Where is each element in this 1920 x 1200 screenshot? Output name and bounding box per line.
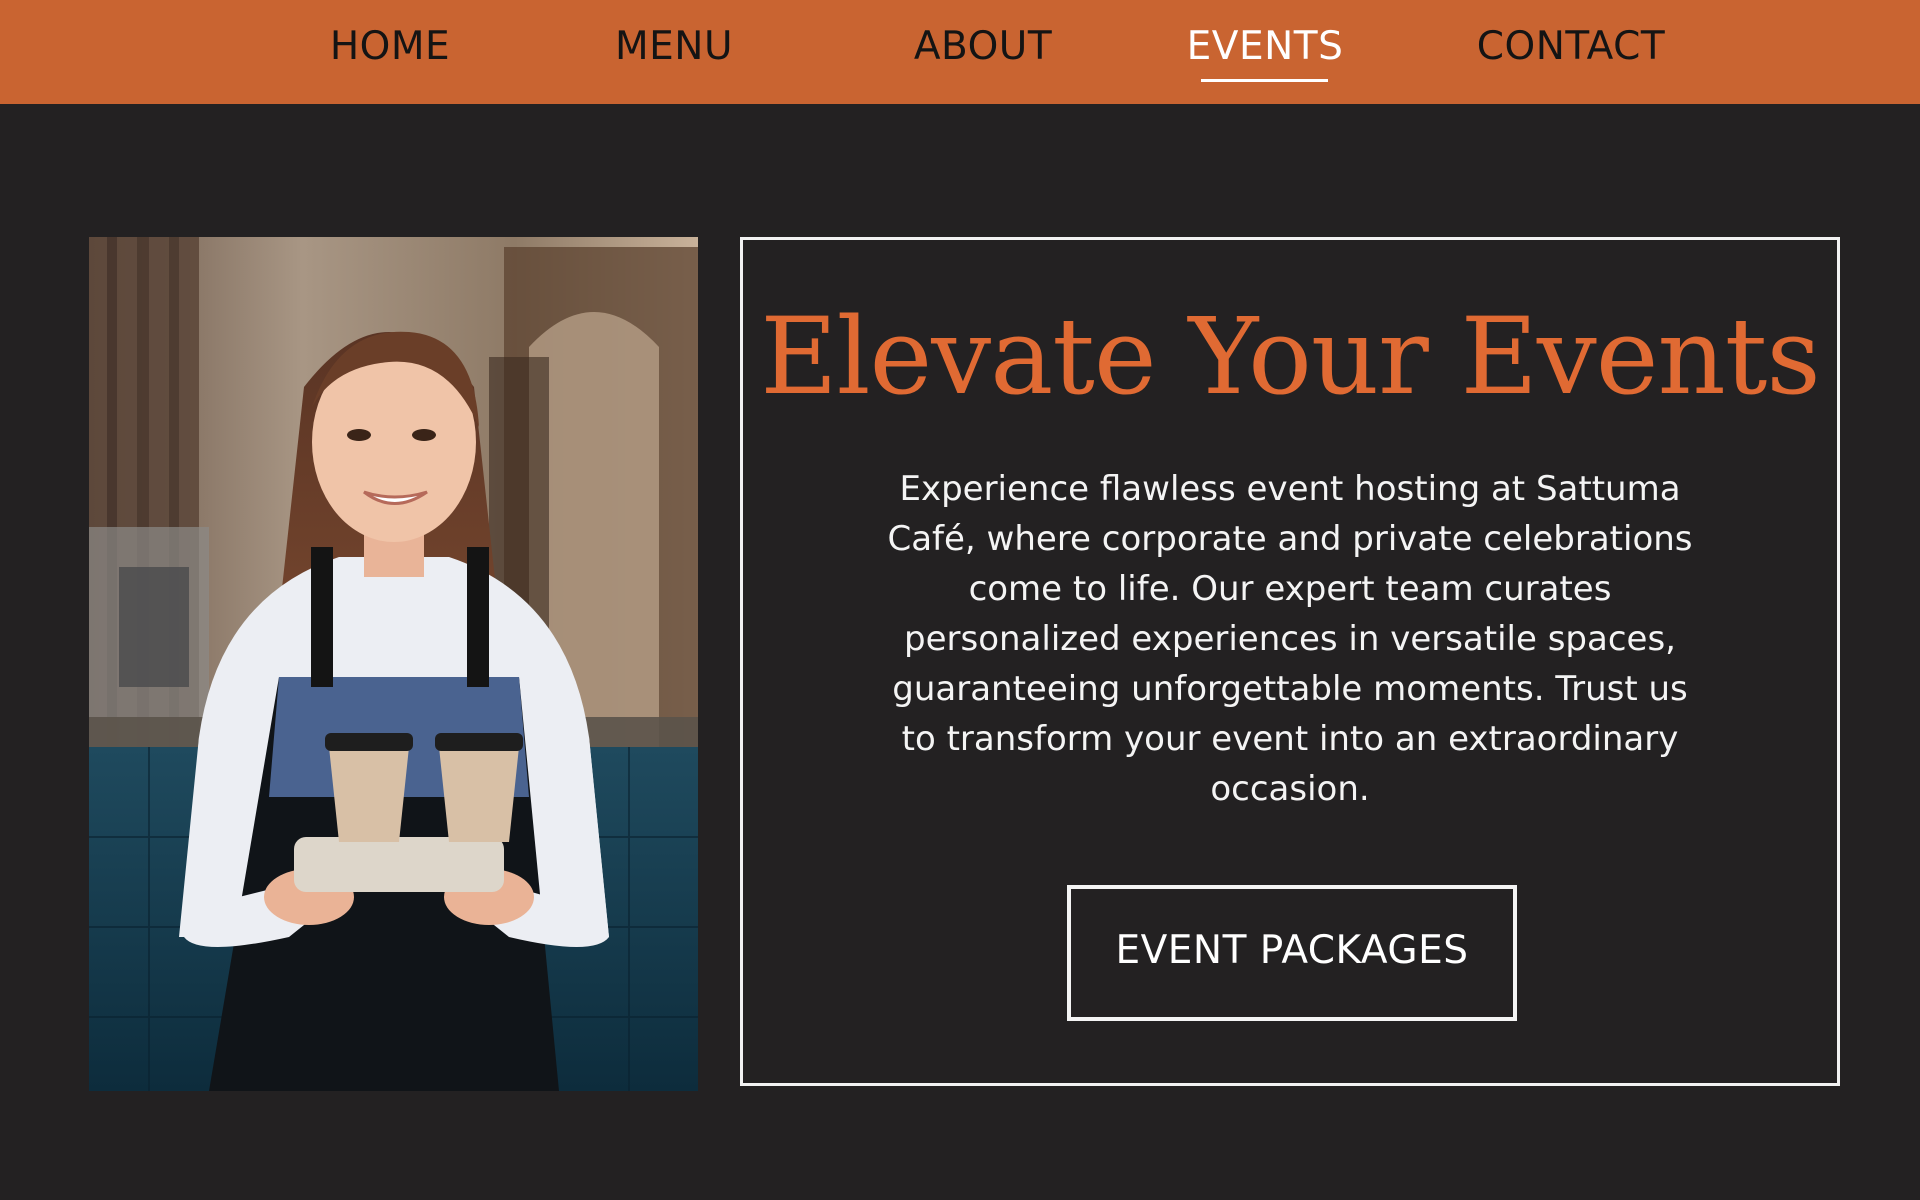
events-heading: Elevate Your Events — [760, 295, 1821, 418]
nav-link-menu[interactable]: MENU — [615, 24, 733, 74]
active-nav-underline — [1201, 79, 1328, 82]
nav-link-events[interactable]: EVENTS — [1187, 24, 1344, 74]
events-description: Experience flawless event hosting at Sat… — [887, 469, 1693, 809]
barista-photo — [89, 237, 698, 1091]
event-packages-button[interactable]: EVENT PACKAGES — [1067, 885, 1517, 1021]
event-info-card: Elevate Your Events Experience flawless … — [740, 237, 1840, 1086]
top-navigation-bar: HOME MENU ABOUT EVENTS CONTACT — [0, 0, 1920, 104]
nav-link-about[interactable]: ABOUT — [914, 24, 1052, 74]
nav-link-home[interactable]: HOME — [330, 24, 450, 74]
nav-link-contact[interactable]: CONTACT — [1477, 24, 1665, 74]
barista-illustration — [89, 237, 698, 1091]
